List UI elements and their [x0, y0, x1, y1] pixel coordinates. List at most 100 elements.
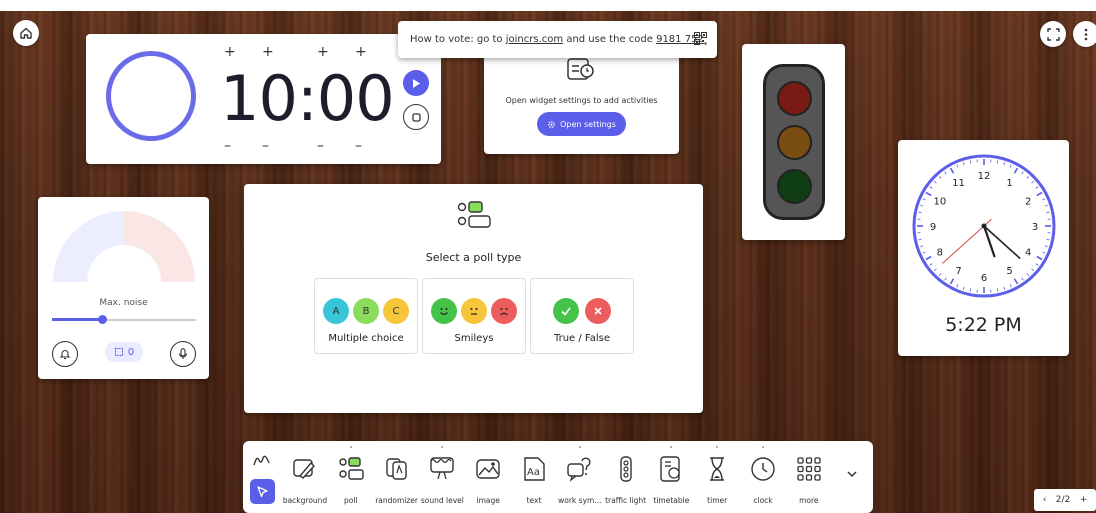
clock-numeral: 6 — [981, 273, 987, 284]
stop-button[interactable] — [403, 104, 429, 130]
home-icon — [20, 27, 32, 39]
increment-minutes-tens[interactable]: + — [224, 44, 236, 60]
decrement-minutes-ones[interactable]: – — [262, 138, 269, 154]
red-lamp[interactable] — [777, 81, 812, 116]
clock-numeral: 2 — [1025, 197, 1031, 208]
sound-level-icon — [428, 455, 456, 483]
digital-time: 5:22 PM — [945, 314, 1022, 336]
option-c-badge: C — [383, 298, 409, 324]
clock-numeral: 3 — [1032, 222, 1038, 233]
sound-level-widget: Max. noise 0 — [38, 197, 209, 379]
tool-indicator-dot — [441, 446, 444, 448]
multiple-choice-label: Multiple choice — [328, 333, 404, 344]
select-tool-button[interactable] — [250, 479, 275, 504]
text-icon: Aa — [520, 455, 548, 483]
page-indicator: 2/2 — [1055, 495, 1071, 505]
microphone-button[interactable] — [170, 341, 196, 367]
timer-display: 10:00 — [220, 62, 395, 135]
clock-numeral: 7 — [955, 266, 961, 277]
more-vertical-icon — [1084, 28, 1088, 40]
amber-lamp[interactable] — [777, 125, 812, 160]
clock-numeral: 8 — [937, 248, 943, 259]
hourglass-icon — [703, 455, 731, 483]
open-settings-label: Open settings — [560, 119, 616, 129]
settings-message: Open widget settings to add activities — [505, 96, 658, 105]
clock-widget: 12 1 2 3 4 5 6 7 8 9 10 11 5:22 PM — [898, 140, 1069, 356]
play-button[interactable] — [403, 70, 429, 96]
check-icon — [553, 298, 579, 324]
bell-icon — [59, 350, 71, 360]
clock-icon — [749, 455, 777, 483]
noise-slider-thumb[interactable] — [98, 315, 108, 324]
timer-widget[interactable]: + + + + 10:00 – – – – — [86, 34, 441, 164]
bottom-toolbar: background poll randomizer sound level image… — [243, 441, 873, 513]
poll-option-smileys[interactable]: Smileys — [422, 278, 526, 354]
home-button[interactable] — [13, 20, 39, 46]
tool-indicator-dot — [716, 446, 719, 448]
background-icon — [291, 455, 319, 483]
work-symbols-icon — [566, 455, 594, 483]
poll-icon — [337, 455, 365, 483]
tool-indicator-dot — [670, 446, 673, 448]
neutral-face-icon — [461, 298, 487, 324]
happy-face-icon — [431, 298, 457, 324]
image-icon — [474, 455, 502, 483]
pen-scribble-icon[interactable] — [253, 453, 271, 467]
open-settings-button[interactable]: Open settings — [537, 112, 626, 136]
fullscreen-button[interactable] — [1040, 21, 1066, 47]
increment-seconds-tens[interactable]: + — [317, 44, 329, 60]
sad-face-icon — [491, 298, 517, 324]
max-noise-label: Max. noise — [99, 298, 148, 308]
play-icon — [413, 78, 420, 88]
poll-option-multiple-choice[interactable]: A B C Multiple choice — [314, 278, 418, 354]
clock-numeral: 5 — [1006, 266, 1012, 277]
noise-count: 0 — [127, 346, 135, 358]
cursor-icon — [257, 486, 268, 498]
qr-code-icon[interactable] — [694, 32, 707, 45]
vote-prefix: How to vote: go to — [410, 34, 503, 45]
traffic-light-widget — [742, 44, 845, 240]
clock-numeral: 10 — [933, 197, 946, 208]
traffic-light-icon — [612, 455, 640, 483]
tool-grid[interactable]: more — [784, 453, 834, 511]
poll-icon — [457, 201, 491, 228]
svg-text:Aa: Aa — [527, 467, 540, 478]
poll-option-true-false[interactable]: True / False — [530, 278, 634, 354]
option-a-badge: A — [323, 298, 349, 324]
vote-site-link[interactable]: joincrs.com — [506, 34, 563, 45]
decrement-seconds-ones[interactable]: – — [355, 138, 362, 154]
increment-minutes-ones[interactable]: + — [262, 44, 274, 60]
clock-numeral: 9 — [930, 222, 936, 233]
grid-icon — [795, 455, 823, 483]
chevron-down-icon[interactable] — [847, 471, 857, 478]
true-false-label: True / False — [553, 333, 611, 344]
microphone-icon — [178, 348, 188, 359]
tool-label: more — [799, 496, 819, 505]
add-page-button[interactable]: + — [1080, 495, 1088, 505]
timetable-icon — [567, 58, 594, 80]
stop-icon — [411, 112, 421, 122]
timer-ring — [106, 51, 196, 141]
alert-icon — [114, 347, 123, 357]
noise-gauge — [53, 211, 195, 282]
green-lamp[interactable] — [777, 169, 812, 204]
decrement-minutes-tens[interactable]: – — [224, 138, 231, 154]
clock-numeral: 11 — [952, 178, 965, 189]
menu-button[interactable] — [1073, 21, 1096, 47]
increment-seconds-ones[interactable]: + — [355, 44, 367, 60]
prev-page-button[interactable]: ‹ — [1043, 495, 1047, 505]
poll-title: Select a poll type — [425, 251, 522, 264]
cross-icon — [585, 298, 611, 324]
tool-indicator-dot — [349, 446, 352, 448]
top-strip — [0, 0, 1096, 11]
noise-slider-fill — [52, 318, 103, 321]
clock-numeral: 4 — [1025, 248, 1031, 259]
decrement-seconds-tens[interactable]: – — [317, 138, 324, 154]
alarm-button[interactable] — [52, 341, 78, 367]
tool-indicator-dot — [578, 446, 581, 448]
randomizer-icon — [383, 455, 411, 483]
vote-banner: How to vote: go to joincrs.com and use t… — [398, 21, 717, 58]
analog-clock-face: 121234567891011 — [912, 154, 1056, 298]
traffic-light-housing — [763, 64, 825, 220]
timetable-icon — [657, 455, 685, 483]
